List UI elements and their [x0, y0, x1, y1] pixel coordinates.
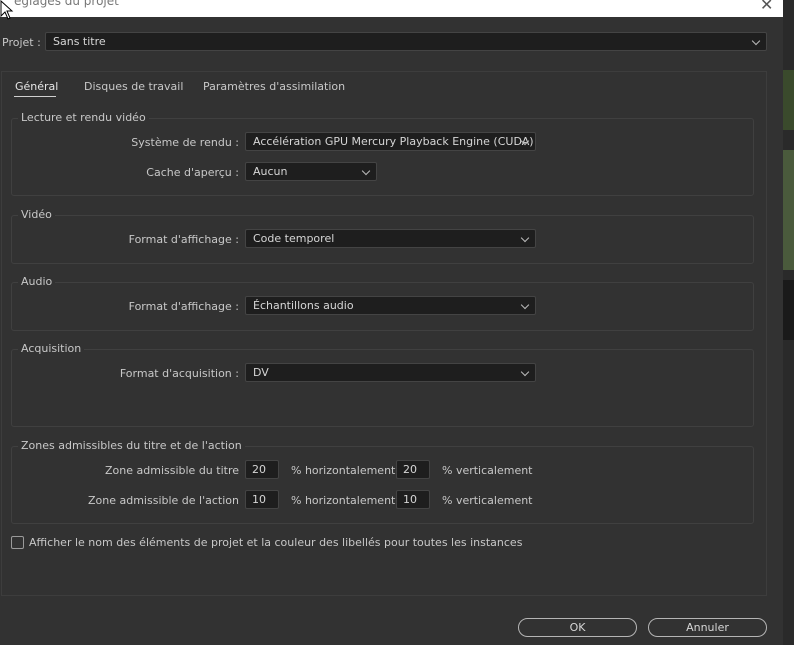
group-title-capture: Acquisition	[18, 342, 85, 355]
group-title-audio: Audio	[18, 275, 56, 288]
audio-display-format-select[interactable]: Échantillons audio	[245, 296, 536, 315]
video-display-format-label: Format d'affichage :	[128, 233, 239, 246]
background-window-edge	[783, 0, 794, 645]
preview-cache-select[interactable]: Aucun	[245, 162, 377, 181]
chevron-down-icon	[520, 233, 530, 243]
title-safe-label: Zone admissible du titre	[105, 464, 239, 477]
horizontal-unit-label: % horizontalement	[291, 464, 396, 477]
preview-cache-value: Aucun	[253, 165, 288, 178]
horizontal-unit-label: % horizontalement	[291, 494, 396, 507]
group-title-playback: Lecture et rendu vidéo	[18, 111, 149, 124]
vertical-unit-label: % verticalement	[442, 494, 533, 507]
background-thumbnail	[783, 70, 794, 130]
title-safe-horizontal-input[interactable]: 20	[245, 460, 279, 479]
project-value: Sans titre	[53, 35, 106, 48]
background-thumbnail	[783, 150, 794, 270]
group-title-video: Vidéo	[18, 208, 55, 221]
project-label: Projet :	[2, 36, 41, 49]
chevron-down-icon	[751, 36, 761, 46]
chevron-down-icon	[361, 166, 371, 176]
audio-display-format-value: Échantillons audio	[253, 299, 354, 312]
tab-scratch-disks[interactable]: Disques de travail	[84, 80, 183, 93]
mouse-cursor-icon	[0, 0, 14, 20]
vertical-unit-label: % verticalement	[442, 464, 533, 477]
renderer-label: Système de rendu :	[131, 136, 239, 149]
tab-ingest-settings[interactable]: Paramètres d'assimilation	[203, 80, 345, 93]
group-title-safe-margins: Zones admissibles du titre et de l'actio…	[18, 439, 245, 452]
show-project-item-names-label: Afficher le nom des éléments de projet e…	[29, 536, 523, 549]
preview-cache-label: Cache d'aperçu :	[146, 166, 239, 179]
action-safe-vertical-input[interactable]: 10	[396, 490, 430, 509]
ok-button[interactable]: OK	[518, 618, 637, 637]
video-display-format-select[interactable]: Code temporel	[245, 229, 536, 248]
renderer-value: Accélération GPU Mercury Playback Engine…	[253, 135, 534, 148]
group-safe-margins	[11, 446, 754, 524]
video-display-format-value: Code temporel	[253, 232, 335, 245]
active-tab-underline	[14, 96, 56, 97]
project-select[interactable]: Sans titre	[45, 32, 767, 51]
audio-display-format-label: Format d'affichage :	[128, 300, 239, 313]
action-safe-label: Zone admissible de l'action	[87, 494, 239, 507]
window-title: églages du projet	[14, 0, 119, 8]
capture-format-select[interactable]: DV	[245, 363, 536, 382]
renderer-select[interactable]: Accélération GPU Mercury Playback Engine…	[245, 132, 536, 151]
tab-general[interactable]: Général	[15, 80, 58, 93]
chevron-down-icon	[520, 300, 530, 310]
group-capture	[11, 349, 754, 427]
close-icon[interactable]: ✕	[760, 0, 773, 14]
title-safe-vertical-input[interactable]: 20	[396, 460, 430, 479]
cancel-button[interactable]: Annuler	[648, 618, 767, 637]
title-bar: églages du projet ✕	[0, 0, 783, 17]
group-playback	[11, 118, 754, 196]
action-safe-horizontal-input[interactable]: 10	[245, 490, 279, 509]
background-thumbnail	[783, 280, 794, 340]
chevron-down-icon	[520, 367, 530, 377]
capture-format-label: Format d'acquisition :	[119, 367, 239, 380]
capture-format-value: DV	[253, 366, 269, 379]
show-project-item-names-checkbox[interactable]	[11, 536, 24, 549]
